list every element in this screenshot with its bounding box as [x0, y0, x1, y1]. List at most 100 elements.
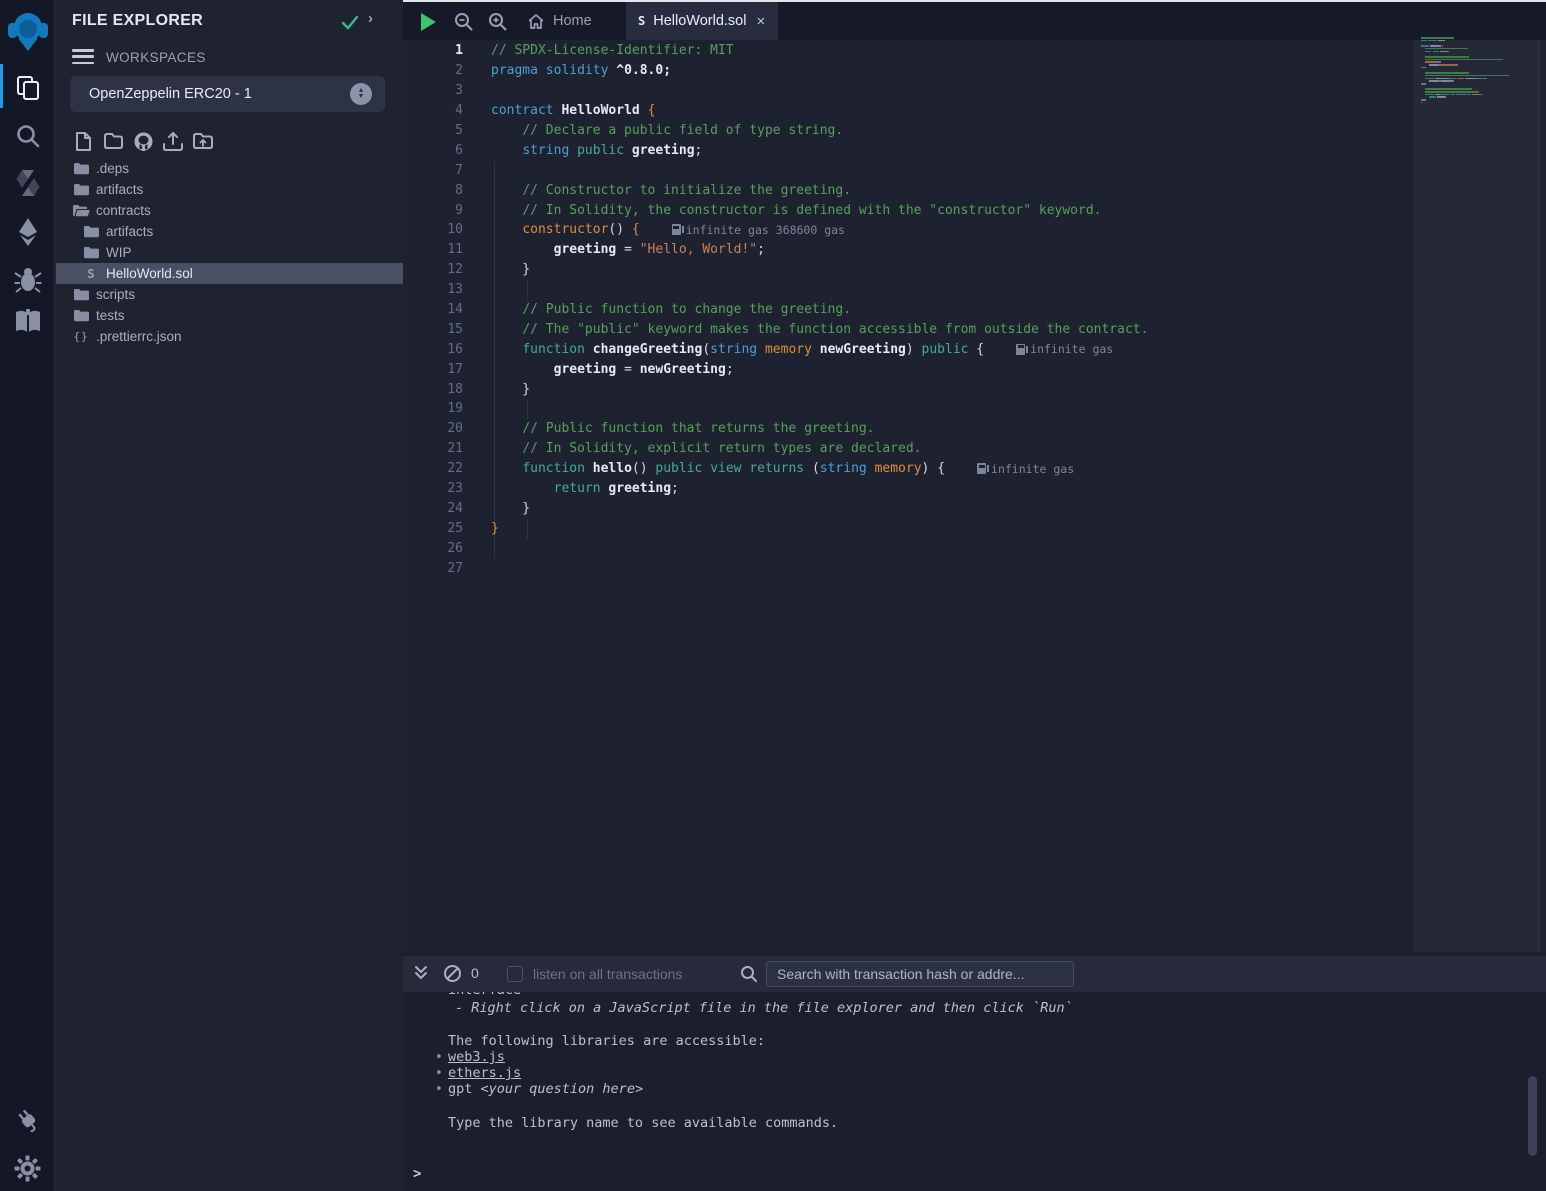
expand-terminal-icon[interactable] [413, 965, 429, 982]
new-folder-icon[interactable] [102, 129, 124, 153]
code-line[interactable]: 10 constructor() {infinite gas 368600 ga… [403, 220, 1413, 240]
code-text: // Constructor to initialize the greetin… [463, 183, 851, 198]
tree-item-wip[interactable]: WIP [56, 242, 403, 263]
bullet: • [435, 1082, 443, 1097]
line-number: 17 [403, 362, 463, 377]
run-script-button[interactable] [421, 13, 436, 31]
chevron-right-icon[interactable]: › [368, 10, 373, 27]
tree-item-contracts[interactable]: contracts [56, 200, 403, 221]
deploy-run-icon[interactable] [0, 216, 55, 248]
transaction-count-badge: 0 [471, 965, 479, 981]
code-line[interactable]: 24 } [403, 498, 1413, 518]
code-text: } [463, 521, 499, 536]
minimap-line [1421, 67, 1426, 69]
code-line[interactable]: 27 [403, 558, 1413, 578]
gas-pump-icon [977, 463, 986, 474]
code-line[interactable]: 7 [403, 160, 1413, 180]
debugger-icon[interactable] [0, 264, 55, 296]
plugin-manager-icon[interactable] [0, 1105, 55, 1135]
line-number: 16 [403, 342, 463, 357]
tree-item-label: .prettierrc.json [96, 329, 182, 344]
settings-icon[interactable] [0, 1153, 55, 1183]
code-line[interactable]: 1// SPDX-License-Identifier: MIT [403, 41, 1413, 61]
code-line[interactable]: 3 [403, 81, 1413, 101]
zoom-out-icon[interactable] [454, 12, 474, 32]
tree-item-tests[interactable]: tests [56, 305, 403, 326]
learn-icon[interactable] [0, 306, 55, 336]
workspace-selected-value: OpenZeppelin ERC20 - 1 [89, 86, 252, 102]
code-line[interactable]: 12 } [403, 260, 1413, 280]
listen-transactions-checkbox[interactable] [507, 966, 523, 982]
workspaces-menu-icon[interactable] [72, 49, 94, 64]
zoom-in-icon[interactable] [488, 12, 508, 32]
code-text: return greeting; [463, 481, 679, 496]
clone-github-icon[interactable] [132, 129, 154, 153]
bullet: • [435, 1066, 443, 1081]
folder-icon [72, 309, 90, 322]
code-line[interactable]: 15 // The "public" keyword makes the fun… [403, 319, 1413, 339]
scrollbar-track[interactable] [1540, 40, 1546, 952]
tree-item-scripts[interactable]: scripts [56, 284, 403, 305]
editor-tabbar: Home S HelloWorld.sol × [403, 2, 1546, 40]
tree-item-helloworld-sol[interactable]: SHelloWorld.sol [56, 263, 403, 284]
code-line[interactable]: 9 // In Solidity, the constructor is def… [403, 200, 1413, 220]
code-editor[interactable]: 1// SPDX-License-Identifier: MIT2pragma … [403, 40, 1413, 952]
tree-item-artifacts[interactable]: artifacts [56, 221, 403, 242]
terminal-link[interactable]: web3.js [448, 1049, 505, 1065]
remix-logo-icon[interactable] [0, 8, 55, 54]
search-icon[interactable] [0, 121, 55, 151]
code-line[interactable]: 2pragma solidity ^0.8.0; [403, 61, 1413, 81]
code-line[interactable]: 19 [403, 399, 1413, 419]
code-line[interactable]: 21 // In Solidity, explicit return types… [403, 439, 1413, 459]
code-line[interactable]: 23 return greeting; [403, 479, 1413, 499]
solidity-compiler-icon[interactable] [0, 167, 55, 199]
code-line[interactable]: 4contract HelloWorld { [403, 101, 1413, 121]
code-line[interactable]: 16 function changeGreeting(string memory… [403, 339, 1413, 359]
code-line[interactable]: 11 greeting = "Hello, World!"; [403, 240, 1413, 260]
folder-icon [82, 246, 100, 259]
workspace-select[interactable]: OpenZeppelin ERC20 - 1 ▲▼ [70, 76, 385, 112]
code-line[interactable]: 13 [403, 280, 1413, 300]
minimap-line [1421, 64, 1458, 66]
code-line[interactable]: 14 // Public function to change the gree… [403, 300, 1413, 320]
code-line[interactable]: 22 function hello() public view returns … [403, 459, 1413, 479]
terminal-panel: interface- Right click on a JavaScript f… [403, 952, 1546, 1191]
minimap-line [1421, 40, 1445, 42]
code-line[interactable]: 17 greeting = newGreeting; [403, 359, 1413, 379]
tab-home[interactable]: Home [515, 2, 604, 40]
minimap[interactable] [1421, 37, 1521, 157]
code-line[interactable]: 8 // Constructor to initialize the greet… [403, 180, 1413, 200]
terminal-prompt[interactable]: > [413, 1166, 421, 1182]
code-line[interactable]: 25} [403, 518, 1413, 538]
upload-file-icon[interactable] [162, 129, 184, 153]
terminal-link[interactable]: ethers.js [448, 1065, 521, 1081]
tree-item--prettierrc-json[interactable]: {}.prettierrc.json [56, 326, 403, 347]
workspace-sort-icon[interactable]: ▲▼ [350, 83, 372, 105]
tree-item-artifacts[interactable]: artifacts [56, 179, 403, 200]
tree-item-label: artifacts [106, 224, 153, 239]
code-line[interactable]: 20 // Public function that returns the g… [403, 419, 1413, 439]
line-number: 8 [403, 183, 463, 198]
close-tab-icon[interactable]: × [756, 13, 765, 30]
code-line[interactable]: 18 } [403, 379, 1413, 399]
line-number: 5 [403, 123, 463, 138]
code-line[interactable]: 6 string public greeting; [403, 140, 1413, 160]
terminal-line: Type the library name to see available c… [448, 1115, 838, 1131]
editor-area: Home S HelloWorld.sol × 1// SPDX-License… [403, 0, 1546, 952]
tree-item--deps[interactable]: .deps [56, 158, 403, 179]
code-line[interactable]: 26 [403, 538, 1413, 558]
new-file-icon[interactable] [72, 129, 94, 153]
terminal-search-icon [740, 965, 758, 983]
minimap-line [1421, 56, 1469, 58]
code-text: contract HelloWorld { [463, 103, 655, 118]
code-text: // The "public" keyword makes the functi… [463, 322, 1148, 337]
minimap-line [1421, 78, 1487, 80]
clear-console-icon[interactable] [443, 964, 462, 983]
file-explorer-icon[interactable] [0, 72, 55, 102]
tab-helloworld-sol[interactable]: S HelloWorld.sol × [626, 2, 778, 40]
terminal-scrollbar-thumb[interactable] [1528, 1076, 1537, 1156]
checkmark-icon[interactable] [340, 13, 360, 31]
terminal-search-input[interactable] [766, 961, 1074, 987]
code-line[interactable]: 5 // Declare a public field of type stri… [403, 121, 1413, 141]
upload-folder-icon[interactable] [192, 129, 214, 153]
